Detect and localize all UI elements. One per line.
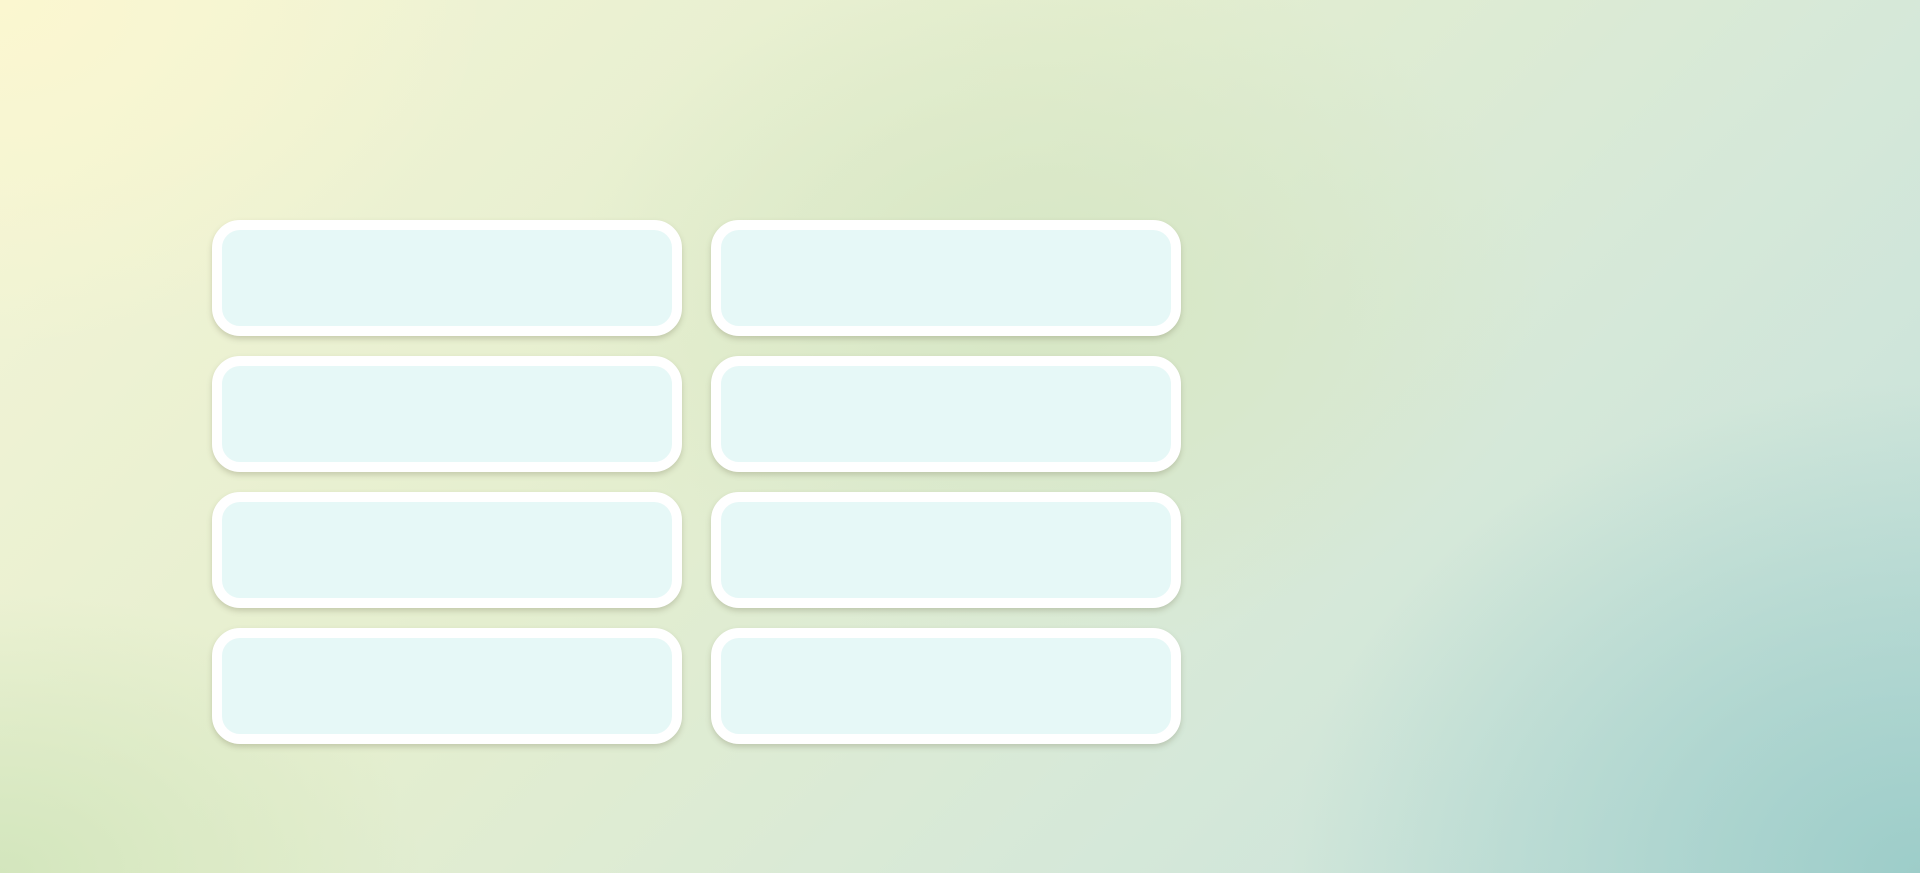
- card-5[interactable]: [212, 492, 682, 608]
- card-8[interactable]: [711, 628, 1181, 744]
- card-1[interactable]: [212, 220, 682, 336]
- card-4[interactable]: [711, 356, 1181, 472]
- card-2[interactable]: [711, 220, 1181, 336]
- card-grid: [212, 220, 1181, 744]
- card-6[interactable]: [711, 492, 1181, 608]
- card-7[interactable]: [212, 628, 682, 744]
- card-3[interactable]: [212, 356, 682, 472]
